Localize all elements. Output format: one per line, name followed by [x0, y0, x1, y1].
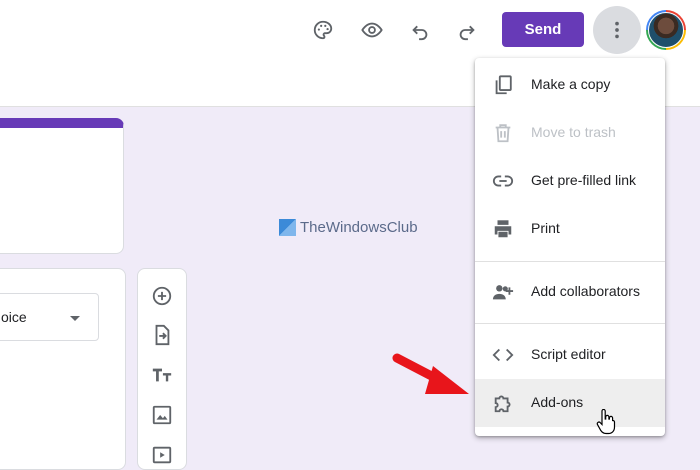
question-type-value: oice: [1, 309, 27, 325]
avatar-photo: [648, 12, 684, 48]
caret-down-icon: [70, 316, 80, 321]
annotation-arrow-icon: [392, 353, 469, 394]
menu-item-label: Add collaborators: [531, 283, 640, 299]
add-image-icon[interactable]: [150, 403, 174, 427]
eye-icon[interactable]: [356, 14, 388, 46]
side-toolbox: [137, 268, 187, 470]
windows-logo-icon: [279, 219, 296, 236]
menu-item-label: Make a copy: [531, 76, 611, 92]
menu-item-label: Script editor: [531, 346, 606, 362]
menu-item-add-ons[interactable]: Add-ons: [475, 379, 665, 427]
menu-item-prefilled-link[interactable]: Get pre-filled link: [475, 157, 665, 205]
trash-icon: [492, 122, 514, 144]
send-button[interactable]: Send: [502, 12, 584, 47]
puzzle-icon: [492, 392, 514, 414]
menu-item-print[interactable]: Print: [475, 205, 665, 253]
link-icon: [492, 170, 514, 192]
add-video-icon[interactable]: [150, 443, 174, 467]
watermark-text: TheWindowsClub: [300, 219, 418, 236]
redo-icon[interactable]: [451, 14, 483, 46]
undo-icon[interactable]: [404, 14, 436, 46]
add-people-icon: [492, 281, 514, 303]
menu-item-label: Move to trash: [531, 124, 616, 140]
add-title-icon[interactable]: [150, 363, 174, 387]
hand-cursor-icon: [596, 409, 616, 435]
account-avatar[interactable]: [646, 10, 686, 50]
menu-item-label: Get pre-filled link: [531, 172, 637, 188]
question-type-select[interactable]: oice: [0, 293, 99, 341]
menu-item-move-to-trash[interactable]: Move to trash: [475, 109, 665, 157]
import-questions-icon[interactable]: [150, 323, 174, 347]
menu-item-script-editor[interactable]: Script editor: [475, 331, 665, 379]
add-question-icon[interactable]: [150, 284, 174, 308]
form-title-card[interactable]: [0, 118, 124, 254]
palette-icon[interactable]: [307, 14, 339, 46]
copy-icon: [492, 74, 514, 96]
menu-item-make-copy[interactable]: Make a copy: [475, 61, 665, 109]
watermark: TheWindowsClub: [279, 219, 418, 236]
menu-item-label: Print: [531, 220, 560, 236]
menu-item-label: Add-ons: [531, 394, 584, 410]
more-vert-icon: [615, 21, 619, 39]
menu-item-add-collaborators[interactable]: Add collaborators: [475, 268, 665, 316]
more-options-button[interactable]: [593, 6, 641, 54]
more-options-menu: Make a copy Move to trash Get pre-filled…: [475, 58, 665, 436]
print-icon: [492, 218, 514, 240]
menu-divider: [475, 261, 665, 262]
menu-divider: [475, 323, 665, 324]
code-icon: [492, 344, 514, 366]
